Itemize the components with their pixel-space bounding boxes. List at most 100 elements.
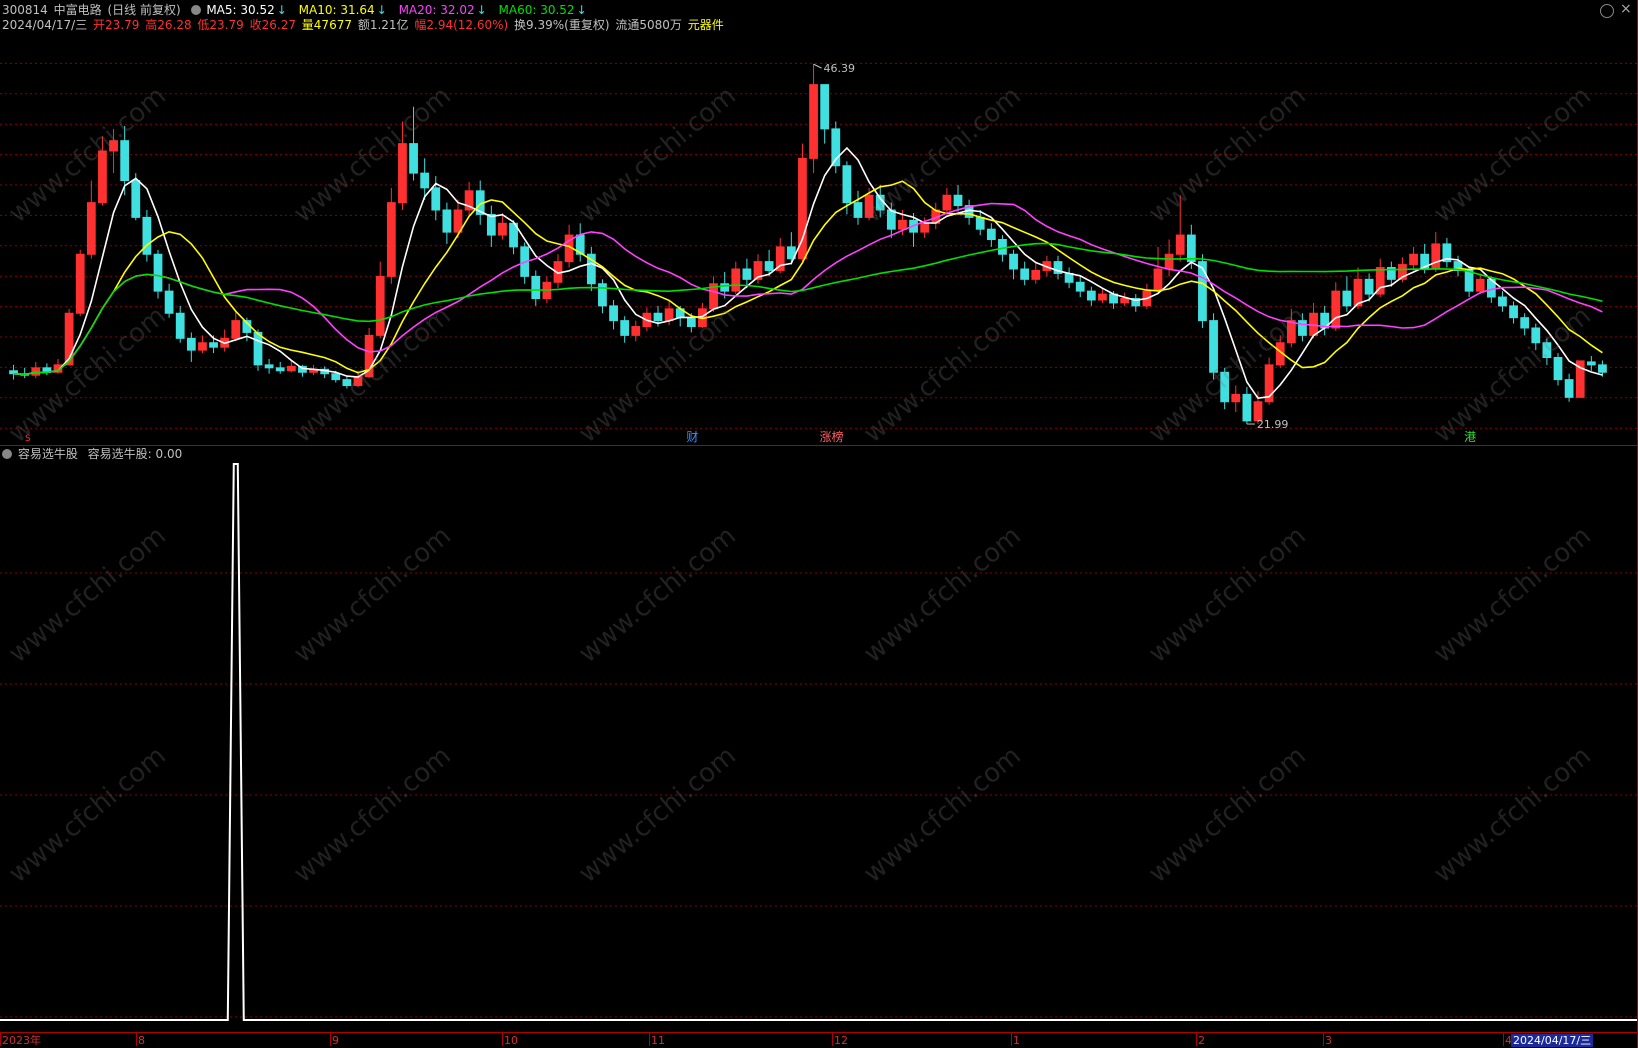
candle-body[interactable] <box>231 320 241 339</box>
candle-body[interactable] <box>486 213 496 236</box>
candle-body[interactable] <box>1175 234 1185 255</box>
restore-icon[interactable] <box>1600 4 1614 18</box>
candle-body[interactable] <box>1220 371 1230 403</box>
pane-divider[interactable] <box>0 445 1638 446</box>
candle-body[interactable] <box>1586 361 1596 366</box>
candle-body[interactable] <box>1509 305 1518 319</box>
candle-body[interactable] <box>1542 342 1552 358</box>
candle-body[interactable] <box>1186 234 1196 263</box>
candle-body[interactable] <box>1464 269 1474 292</box>
indicator-settings-icon[interactable] <box>2 449 12 459</box>
candle-body[interactable] <box>731 268 741 292</box>
candle-body[interactable] <box>1331 290 1341 329</box>
candle-body[interactable] <box>998 239 1007 255</box>
candle-body[interactable] <box>286 365 296 372</box>
candle-body[interactable] <box>342 379 352 387</box>
candle-body[interactable] <box>1342 290 1352 307</box>
candle-body[interactable] <box>664 308 674 322</box>
candle-body[interactable] <box>420 172 430 189</box>
candle-body[interactable] <box>409 143 418 174</box>
candle-body[interactable] <box>820 84 830 130</box>
candle-body[interactable] <box>864 194 874 218</box>
candle-body[interactable] <box>1564 379 1574 398</box>
candle-body[interactable] <box>1498 296 1507 307</box>
candle-body[interactable] <box>1098 293 1107 301</box>
indicator-name[interactable]: 容易选牛股 <box>18 447 78 461</box>
candle-body[interactable] <box>1598 364 1607 373</box>
candle-body[interactable] <box>331 373 341 381</box>
period-label[interactable]: (日线 前复权) <box>107 3 180 17</box>
indicator-chart[interactable] <box>0 462 1638 1032</box>
candle-body[interactable] <box>353 376 363 387</box>
candle-body[interactable] <box>1075 281 1085 292</box>
candle-body[interactable] <box>975 216 985 230</box>
candle-body[interactable] <box>1242 393 1252 422</box>
candle-body[interactable] <box>375 275 385 336</box>
candle-body[interactable] <box>853 202 863 218</box>
candle-body[interactable] <box>1409 253 1418 266</box>
quote-high: 高26.28 <box>145 18 192 32</box>
candle-body[interactable] <box>898 219 907 230</box>
event-tag[interactable]: 财 <box>685 430 699 444</box>
candle-body[interactable] <box>609 305 618 322</box>
candle-body[interactable] <box>164 290 174 314</box>
candle-body[interactable] <box>120 140 130 182</box>
event-tag[interactable]: 港 <box>1463 430 1477 444</box>
candle-body[interactable] <box>1198 261 1207 322</box>
candle-body[interactable] <box>809 84 818 159</box>
close-icon[interactable]: × <box>1620 1 1632 17</box>
candle-body[interactable] <box>1520 317 1530 329</box>
candle-body[interactable] <box>1164 253 1174 270</box>
candle-body[interactable] <box>1009 253 1018 270</box>
candle-body[interactable] <box>109 140 118 152</box>
candle-body[interactable] <box>886 209 896 230</box>
candle-body[interactable] <box>942 194 952 211</box>
candle-body[interactable] <box>198 342 207 351</box>
candle-body[interactable] <box>253 331 263 366</box>
candle-body[interactable] <box>75 253 85 314</box>
candle-body[interactable] <box>653 312 663 322</box>
candle-body[interactable] <box>764 261 774 271</box>
candle-body[interactable] <box>1209 320 1218 373</box>
candle-body[interactable] <box>86 202 96 255</box>
candle-body[interactable] <box>209 342 218 348</box>
candle-body[interactable] <box>442 209 452 233</box>
candle-body[interactable] <box>1531 327 1541 344</box>
candle-body[interactable] <box>1286 320 1296 344</box>
candle-body[interactable] <box>1031 269 1041 280</box>
candle-body[interactable] <box>275 367 285 372</box>
candle-body[interactable] <box>431 187 441 211</box>
candle-body[interactable] <box>175 312 185 339</box>
candle-body[interactable] <box>1475 278 1485 292</box>
candle-body[interactable] <box>1364 278 1374 295</box>
candle-body[interactable] <box>153 253 163 292</box>
candle-body[interactable] <box>186 337 196 351</box>
candle-body[interactable] <box>1298 320 1307 336</box>
candle-body[interactable] <box>842 165 852 204</box>
ma-settings-icon[interactable] <box>190 5 201 15</box>
candle-body[interactable] <box>1086 290 1096 301</box>
candle-body[interactable] <box>953 194 963 207</box>
candle-body[interactable] <box>386 202 396 277</box>
candle-body[interactable] <box>1553 357 1563 381</box>
candle-body[interactable] <box>1431 243 1441 270</box>
candle-body[interactable] <box>1020 268 1030 280</box>
candle-body[interactable] <box>686 317 696 328</box>
candle-body[interactable] <box>131 180 141 218</box>
candle-body[interactable] <box>264 364 274 369</box>
quote-sector[interactable]: 元器件 <box>688 18 724 32</box>
candle-body[interactable] <box>1120 298 1130 304</box>
candle-body[interactable] <box>620 320 630 336</box>
candle-body[interactable] <box>920 222 930 233</box>
candle-body[interactable] <box>1231 393 1241 403</box>
candle-body[interactable] <box>531 275 541 299</box>
candle-body[interactable] <box>1153 268 1163 292</box>
candle-body[interactable] <box>98 150 107 204</box>
candlestick-chart[interactable]: 46.39 21.99 <box>0 33 1638 446</box>
event-tag[interactable]: 涨榜 <box>819 430 845 444</box>
candle-body[interactable] <box>498 222 507 236</box>
candle-body[interactable] <box>398 143 407 204</box>
candle-body[interactable] <box>986 228 996 241</box>
candle-body[interactable] <box>631 326 641 336</box>
candle-body[interactable] <box>742 268 752 280</box>
